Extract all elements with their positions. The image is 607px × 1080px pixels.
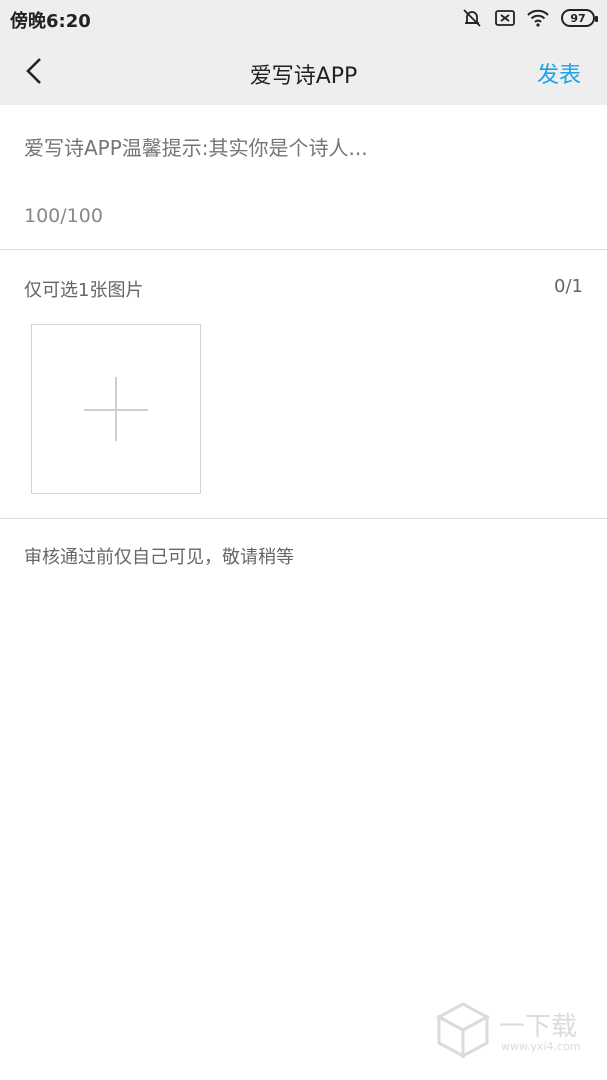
header-bar: 爱写诗APP 发表 <box>0 38 607 105</box>
poem-input[interactable] <box>24 128 584 168</box>
watermark: 一下载 www.yxi4.com <box>435 1000 585 1062</box>
watermark-url: www.yxi4.com <box>501 1040 581 1053</box>
image-hint: 仅可选1张图片 <box>24 280 144 301</box>
divider <box>0 249 607 250</box>
image-count: 0/1 <box>554 276 583 297</box>
wifi-icon <box>527 9 549 27</box>
status-time: 傍晚6:20 <box>10 11 91 32</box>
watermark-text: 一下载 <box>499 1012 578 1042</box>
cube-logo-icon <box>435 1002 491 1059</box>
divider <box>0 518 607 519</box>
battery-icon: 97 <box>561 9 598 27</box>
add-image-button[interactable] <box>31 324 201 494</box>
char-counter: 100/100 <box>24 205 103 227</box>
x-box-icon <box>495 10 515 26</box>
silent-alarm-icon <box>463 9 481 27</box>
status-bar: 傍晚6:20 97 <box>0 0 607 38</box>
status-icons: 97 <box>461 8 598 28</box>
page-title: 爱写诗APP <box>249 64 358 89</box>
publish-button[interactable]: 发表 <box>537 57 581 89</box>
review-note: 审核通过前仅自己可见，敬请稍等 <box>24 547 294 568</box>
